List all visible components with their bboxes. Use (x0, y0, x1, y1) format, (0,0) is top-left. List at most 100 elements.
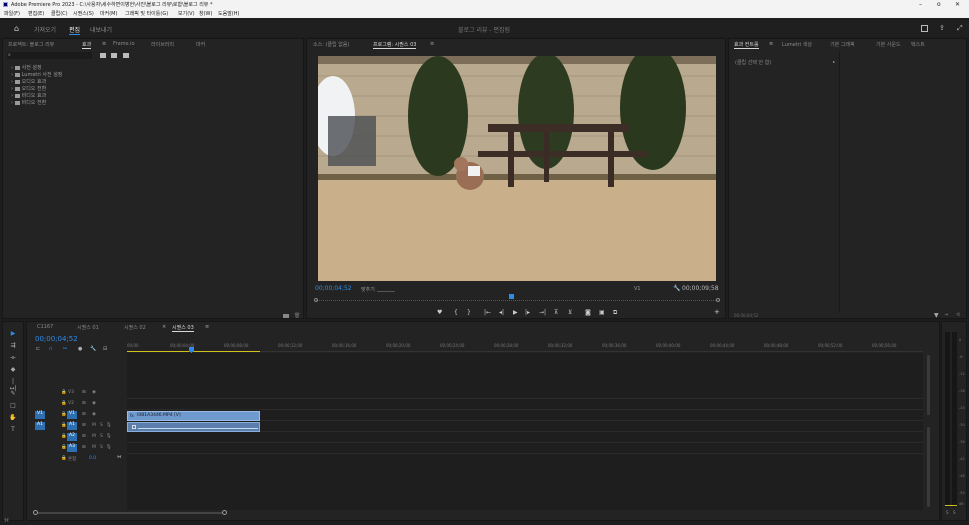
export-icon[interactable]: ⇥ (944, 312, 948, 318)
track-area[interactable]: fx I0B1A3446.MP4 [V] (127, 353, 923, 510)
accelerated-effects-icon[interactable] (100, 53, 106, 58)
timeline-ruler[interactable]: 00;00 00;00;04;00 00;00;08;00 00;00;12;0… (127, 334, 923, 352)
rectangle-tool-icon[interactable]: □ (9, 402, 17, 410)
timeline-current-time[interactable]: 00;00;04;52 (35, 335, 78, 343)
video-track-scrollbar[interactable] (927, 355, 930, 415)
track-label-a1[interactable]: A1 (67, 422, 77, 430)
menu-sequence[interactable]: 시퀀스(S) (73, 10, 94, 17)
sync-lock-icon[interactable]: ⊞ (82, 390, 86, 395)
mark-in-icon[interactable]: { (454, 309, 458, 316)
tab-frameio[interactable]: Frame.io (113, 41, 135, 47)
lock-icon[interactable]: 🔒 (61, 445, 67, 450)
folder-presets[interactable]: › 사전 설정 (11, 64, 42, 71)
captions-icon[interactable]: ⊟ (103, 346, 107, 352)
menu-marker[interactable]: 마커(M) (100, 10, 117, 17)
type-tool-icon[interactable]: T (9, 426, 17, 434)
track-row-a3[interactable] (127, 444, 923, 454)
solo-button[interactable]: S (100, 434, 103, 439)
sync-lock-icon[interactable]: ⊞ (82, 434, 86, 439)
folder-video-effects[interactable]: › 비디오 효과 (11, 92, 46, 99)
folder-audio-effects[interactable]: › 오디오 효과 (11, 78, 46, 85)
tab-sequence-01[interactable]: 시퀀스 01 (77, 324, 99, 331)
linked-selection-icon[interactable]: ⚯ (63, 346, 67, 352)
go-to-out-icon[interactable]: →| (539, 309, 546, 316)
master-volume-value[interactable]: 0.0 (89, 456, 96, 461)
solo-left-button[interactable]: S (946, 510, 949, 515)
eye-icon[interactable]: ◉ (92, 412, 96, 417)
minimize-button[interactable]: – (919, 1, 922, 8)
mute-button[interactable]: M (92, 445, 96, 450)
track-select[interactable]: V1 (634, 286, 641, 292)
eye-icon[interactable]: ◉ (92, 401, 96, 406)
timeline-zoom-scrollbar[interactable] (35, 512, 225, 514)
extract-icon[interactable]: ⊻ (568, 309, 572, 316)
track-row-a2[interactable] (127, 433, 923, 443)
wrench-icon[interactable]: 🔧 (673, 285, 680, 292)
menu-clip[interactable]: 클립(C) (51, 10, 68, 17)
selection-tool-icon[interactable]: ▶ (9, 330, 17, 338)
tab-effect-controls[interactable]: 효과 컨트롤 (734, 41, 759, 49)
go-to-edit-icon[interactable]: ⧓ (117, 455, 122, 460)
delete-icon[interactable]: 🗑 (294, 313, 300, 319)
scrubber-end-handle[interactable] (716, 298, 720, 302)
filter-icon[interactable]: ▼ (934, 312, 939, 319)
slip-tool-icon[interactable]: |↔| (9, 378, 17, 392)
track-label-a2[interactable]: A2 (67, 433, 77, 441)
add-marker-timeline-icon[interactable]: ● (78, 346, 82, 352)
source-patch-a1[interactable]: A1 (35, 422, 45, 430)
source-patch-v1[interactable]: V1 (35, 411, 45, 419)
mark-out-icon[interactable]: } (467, 309, 471, 316)
audio-track-scrollbar[interactable] (927, 427, 930, 507)
step-forward-icon[interactable]: |▸ (525, 309, 530, 316)
lock-icon[interactable]: 🔒 (61, 412, 67, 417)
tab-project[interactable]: 프로젝트: 블로그 리뷰 (8, 41, 54, 48)
track-label-a3[interactable]: A3 (67, 444, 77, 452)
folder-lumetri-presets[interactable]: › Lumetri 사전 설정 (11, 71, 62, 78)
track-row-v3[interactable] (127, 389, 923, 399)
menu-view[interactable]: 보기(V) (178, 10, 195, 17)
tab-markers[interactable]: 마커 (196, 41, 205, 48)
tab-sequence-02[interactable]: 시퀀스 02 (124, 324, 146, 331)
share-icon[interactable]: ⇪ (939, 24, 945, 32)
program-menu-icon[interactable]: ≡ (430, 41, 434, 47)
nest-icon[interactable]: ⊏ (36, 346, 40, 352)
loop-icon[interactable]: ⟲ (956, 312, 960, 318)
sync-lock-icon[interactable]: ⊞ (82, 445, 86, 450)
audio-clip[interactable] (127, 422, 260, 432)
sync-lock-icon[interactable]: ⊞ (82, 423, 86, 428)
maximize-button[interactable]: o (937, 1, 941, 8)
solo-right-button[interactable]: S (953, 510, 956, 515)
microphone-icon[interactable]: 🎙 (106, 423, 112, 428)
lock-icon[interactable]: 🔒 (61, 390, 67, 395)
track-label-v1[interactable]: V1 (67, 411, 77, 419)
expand-icon[interactable]: ⤢ (957, 24, 963, 33)
pen-tool-icon[interactable]: ✎ (9, 390, 17, 398)
lock-icon[interactable]: 🔒 (61, 456, 67, 461)
snap-icon[interactable]: ∩ (49, 346, 53, 352)
tab-import[interactable]: 가져오기 (34, 25, 56, 34)
solo-button[interactable]: S (100, 445, 103, 450)
comparison-view-icon[interactable]: ▣ (599, 309, 605, 316)
hand-tool-icon[interactable]: ✋ (9, 414, 17, 422)
tab-close-icon[interactable]: × (162, 324, 166, 330)
tab-lumetri-color[interactable]: Lumetri 색상 (782, 41, 812, 48)
track-label-v2[interactable]: V2 (68, 401, 74, 406)
lock-icon[interactable]: 🔒 (61, 401, 67, 406)
zoom-handle-left[interactable] (33, 510, 38, 515)
folder-audio-transitions[interactable]: › 오디오 전환 (11, 85, 46, 92)
tab-effects[interactable]: 효과 (82, 41, 92, 49)
play-arrow-icon[interactable]: ▸ (833, 59, 835, 64)
timeline-settings-icon[interactable]: 🔧 (90, 346, 96, 352)
folder-video-transitions[interactable]: › 비디오 전환 (11, 99, 46, 106)
fit-dropdown[interactable]: 맞추기 (361, 286, 375, 293)
menu-edit[interactable]: 편집(E) (28, 10, 44, 17)
tab-sequence-03[interactable]: 시퀀스 03 (172, 324, 194, 332)
tab-export[interactable]: 내보내기 (90, 25, 112, 34)
fullscreen-icon[interactable] (921, 25, 928, 32)
effect-controls-menu-icon[interactable]: ≡ (769, 41, 773, 47)
microphone-icon[interactable]: 🎙 (106, 434, 112, 439)
scrubber-start-handle[interactable] (314, 298, 318, 302)
fit-dropdown-box[interactable] (377, 286, 395, 292)
track-select-tool-icon[interactable]: ⇶ (9, 342, 17, 350)
lift-icon[interactable]: ⊼ (554, 309, 558, 316)
